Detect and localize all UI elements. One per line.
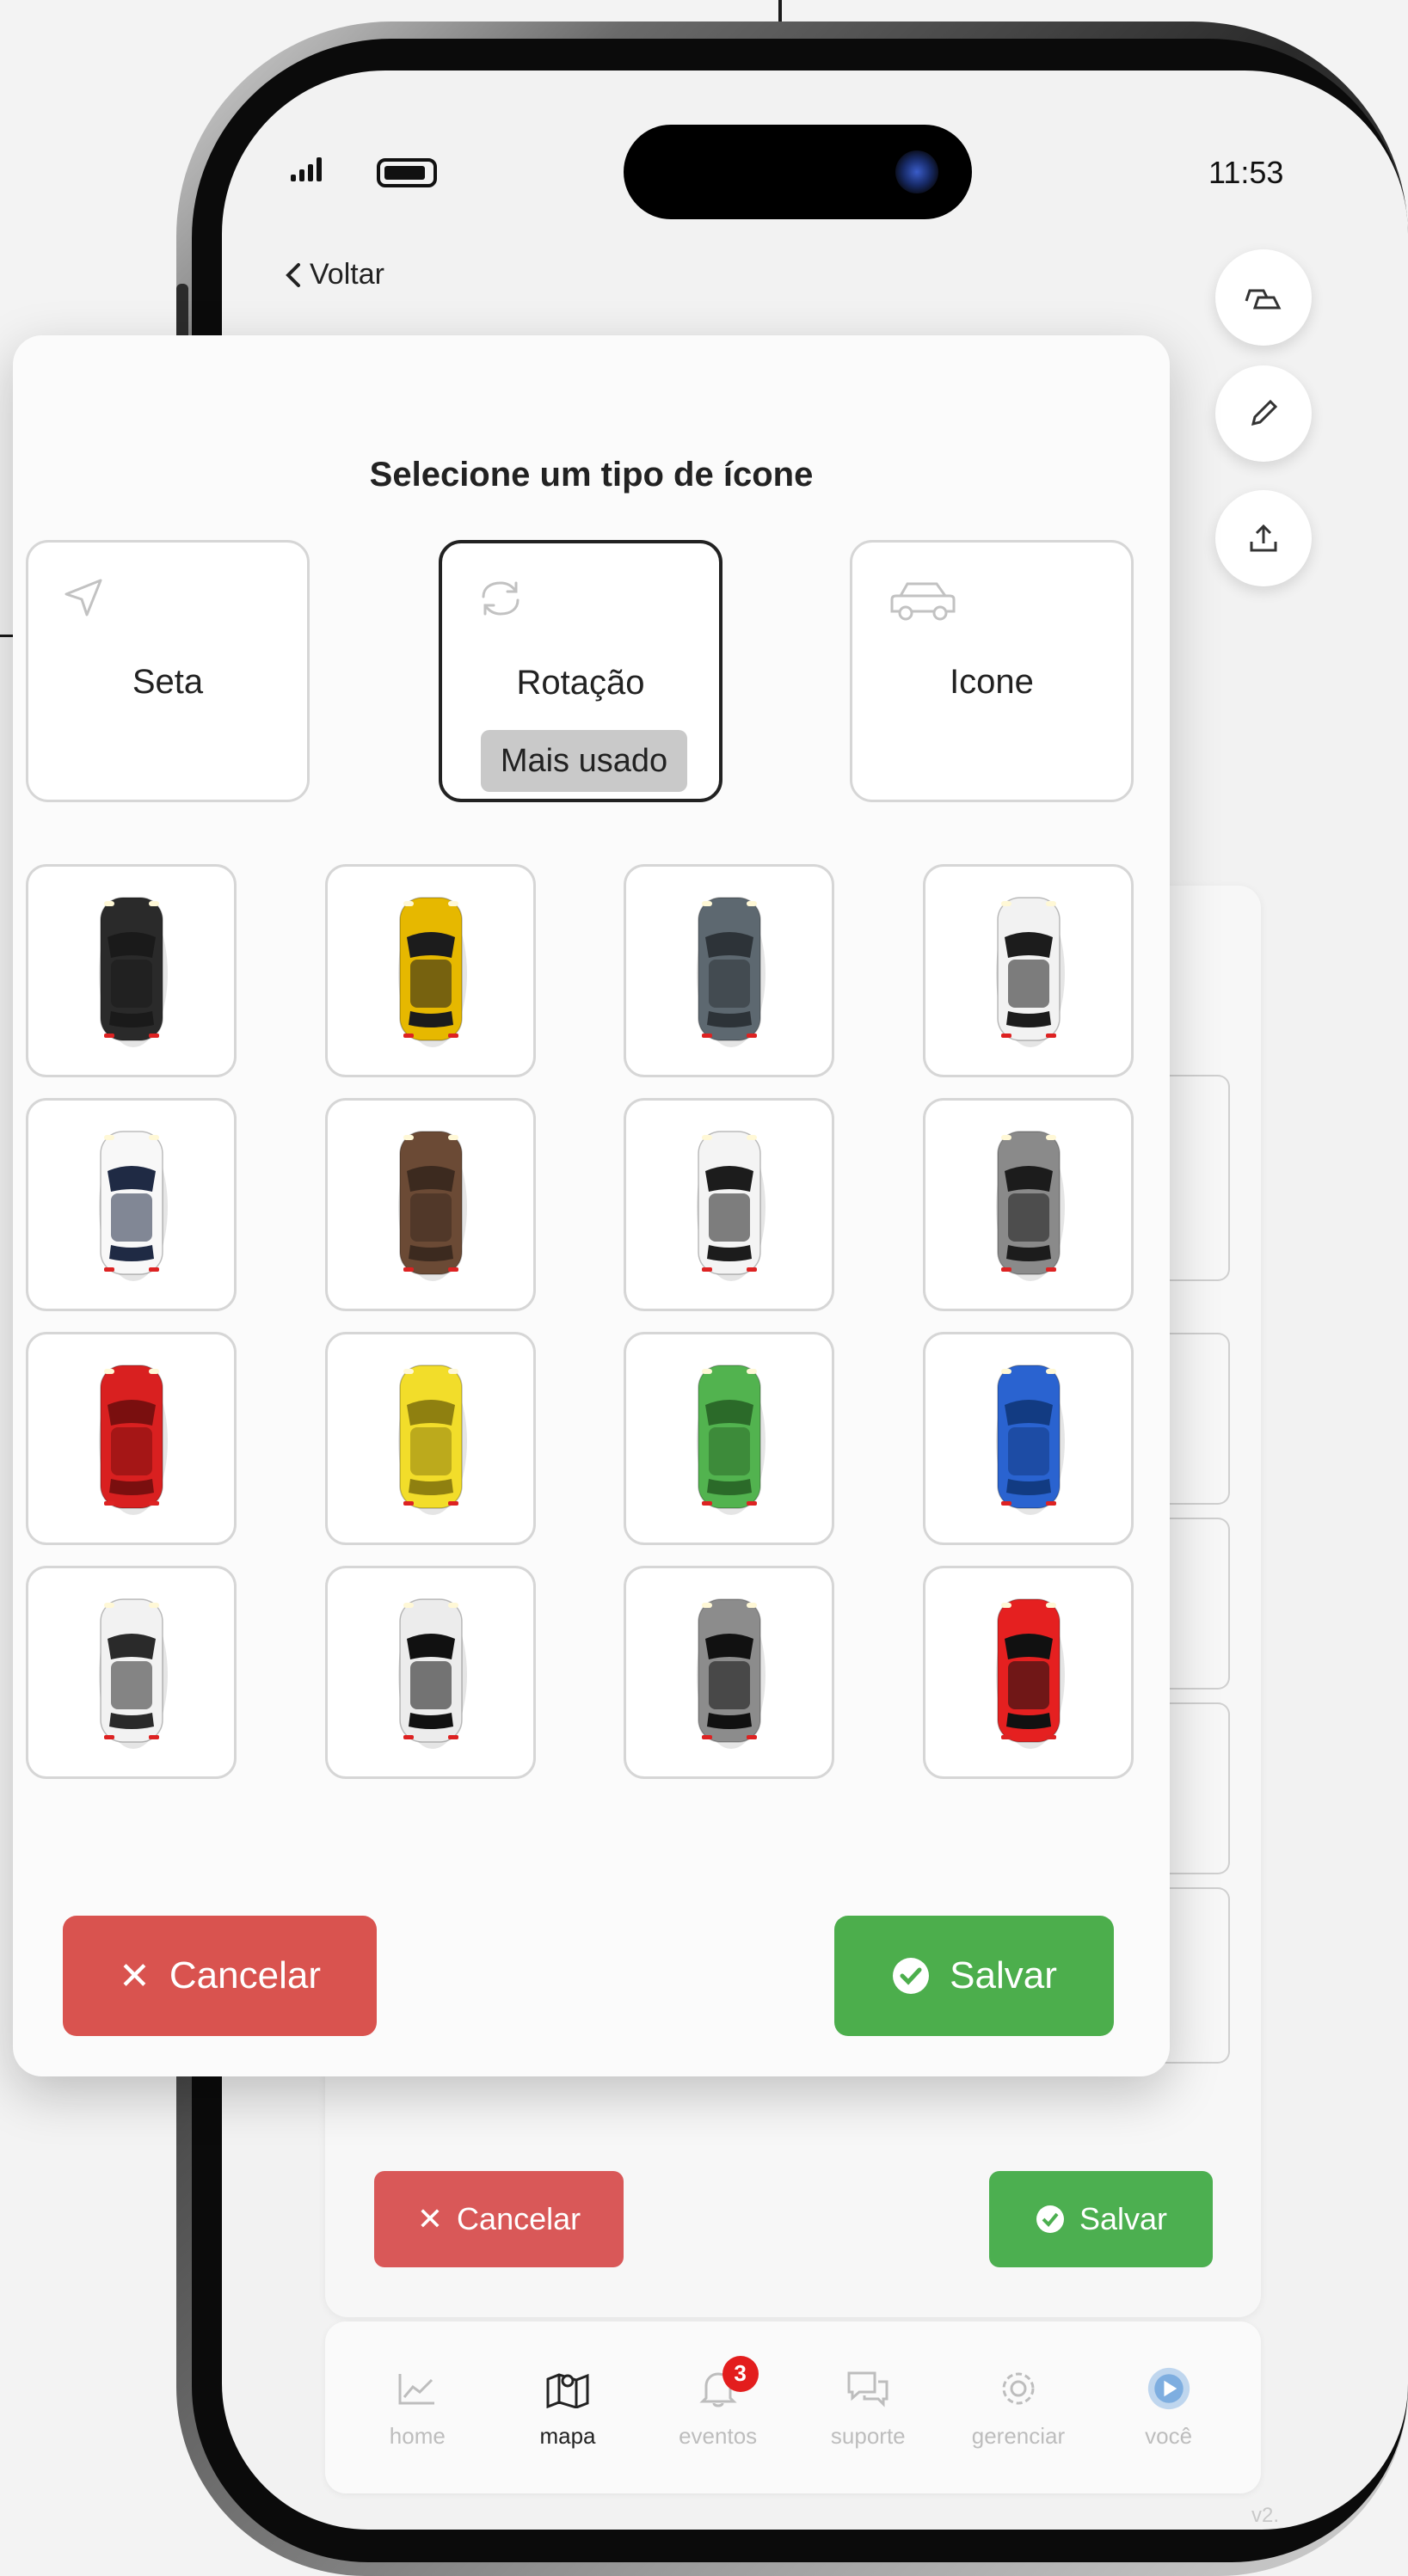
car-top-view-icon: [397, 897, 467, 1047]
gear-icon: [996, 2366, 1041, 2411]
car-top-view-icon: [98, 1598, 168, 1749]
car-top-view-icon: [98, 1365, 168, 1515]
type-option-icone[interactable]: Icone: [850, 540, 1134, 802]
share-button[interactable]: [1215, 490, 1312, 586]
cancel-button[interactable]: ✕ Cancelar: [63, 1916, 377, 2036]
nav-item-home[interactable]: home: [353, 2366, 482, 2450]
nav-label-voce: você: [1145, 2422, 1193, 2449]
car-option-yellow-sportscar[interactable]: [325, 864, 536, 1077]
car-top-view-icon: [995, 1131, 1065, 1281]
car-top-view-icon: [397, 1131, 467, 1281]
arrow-icon: [63, 577, 104, 623]
most-used-badge: Mais usado: [481, 730, 687, 792]
rotate-icon: [477, 578, 525, 623]
car-option-white-hatchback[interactable]: [624, 1098, 834, 1311]
car-option-white-sedan[interactable]: [26, 1566, 237, 1779]
car-top-view-icon: [397, 1365, 467, 1515]
background-save-label: Salvar: [1079, 2201, 1168, 2236]
events-badge: 3: [722, 2355, 759, 2392]
battery-icon: [377, 158, 437, 187]
background-list-item: [1161, 1887, 1230, 2064]
car-option-grey-sedan[interactable]: [624, 1566, 834, 1779]
vehicles-icon: [1245, 289, 1282, 310]
chevron-left-icon: [286, 262, 300, 287]
version-label: v2.: [1251, 2504, 1280, 2527]
layers-button[interactable]: [1215, 249, 1312, 346]
cancel-label: Cancelar: [169, 1954, 321, 1996]
nav-label-eventos: eventos: [679, 2422, 758, 2449]
type-label-seta: Seta: [132, 663, 204, 701]
type-option-seta[interactable]: Seta: [26, 540, 310, 802]
type-label-icone: Icone: [950, 663, 1034, 701]
car-option-brown-sedan[interactable]: [325, 1098, 536, 1311]
modal-title: Selecione um tipo de ícone: [369, 456, 814, 494]
nav-label-home: home: [389, 2422, 446, 2449]
save-button[interactable]: Salvar: [834, 1916, 1114, 2036]
close-icon: ✕: [119, 1954, 151, 1997]
car-option-blue-car[interactable]: [923, 1332, 1134, 1545]
nav-item-voce[interactable]: você: [1104, 2366, 1233, 2450]
dynamic-island: [624, 125, 972, 219]
map-icon: [545, 2366, 590, 2411]
save-label: Salvar: [950, 1954, 1057, 1996]
car-top-view-icon: [98, 897, 168, 1047]
background-cancel-button[interactable]: ✕ Cancelar: [374, 2171, 624, 2267]
bottom-navigation: home mapa 3 eventos suporte gerenciar vo…: [325, 2321, 1261, 2493]
car-top-view-icon: [696, 897, 765, 1047]
camera-icon: [895, 150, 938, 193]
nav-item-suporte[interactable]: suporte: [803, 2366, 932, 2450]
car-option-taxi[interactable]: [26, 1098, 237, 1311]
car-top-view-icon: [696, 1598, 765, 1749]
nav-label-suporte: suporte: [830, 2422, 906, 2449]
nav-label-gerenciar: gerenciar: [971, 2422, 1066, 2449]
chart-icon: [395, 2366, 440, 2411]
background-cancel-label: Cancelar: [457, 2201, 581, 2236]
car-top-view-icon: [995, 1365, 1065, 1515]
background-list-item: [1161, 1333, 1230, 1505]
car-option-green-car[interactable]: [624, 1332, 834, 1545]
check-circle-icon: [893, 1958, 930, 1994]
nav-item-gerenciar[interactable]: gerenciar: [954, 2366, 1083, 2450]
car-top-view-icon: [696, 1365, 765, 1515]
nav-item-mapa[interactable]: mapa: [503, 2366, 632, 2450]
background-list-item: [1161, 1702, 1230, 1874]
car-top-view-icon: [397, 1598, 467, 1749]
car-option-white-black-roof-car[interactable]: [325, 1566, 536, 1779]
car-option-white-convertible[interactable]: [923, 864, 1134, 1077]
play-avatar-icon: [1147, 2366, 1191, 2411]
nav-label-mapa: mapa: [539, 2422, 596, 2449]
check-circle-icon: [1036, 2205, 1064, 2233]
background-list-item: [1161, 1518, 1230, 1690]
car-option-red-car[interactable]: [26, 1332, 237, 1545]
edit-button[interactable]: [1215, 365, 1312, 462]
signal-icon: [291, 157, 322, 181]
support-icon: [845, 2366, 890, 2411]
close-icon: ✕: [416, 2201, 444, 2236]
background-save-button[interactable]: Salvar: [989, 2171, 1213, 2267]
car-option-grey-sportscar[interactable]: [624, 864, 834, 1077]
car-option-grey-hatchback[interactable]: [923, 1098, 1134, 1311]
type-label-rotacao: Rotação: [516, 664, 645, 702]
car-top-view-icon: [696, 1131, 765, 1281]
back-label: Voltar: [310, 258, 384, 291]
background-list-item: [1161, 1075, 1230, 1281]
car-option-red-sedan[interactable]: [923, 1566, 1134, 1779]
car-option-yellow-car[interactable]: [325, 1332, 536, 1545]
icon-type-modal: Selecione um tipo de ícone Seta Rotação …: [13, 335, 1170, 2076]
car-top-view-icon: [995, 1598, 1065, 1749]
car-top-view-icon: [995, 897, 1065, 1047]
type-option-rotacao[interactable]: Rotação Mais usado: [439, 540, 722, 802]
back-button[interactable]: Voltar: [284, 258, 384, 291]
pencil-icon: [1251, 399, 1278, 426]
car-outline-icon: [887, 577, 959, 629]
upload-icon: [1250, 524, 1277, 552]
car-option-black-convertible[interactable]: [26, 864, 237, 1077]
car-top-view-icon: [98, 1131, 168, 1281]
status-time: 11:53: [1208, 155, 1284, 190]
nav-item-eventos[interactable]: 3 eventos: [654, 2355, 783, 2450]
